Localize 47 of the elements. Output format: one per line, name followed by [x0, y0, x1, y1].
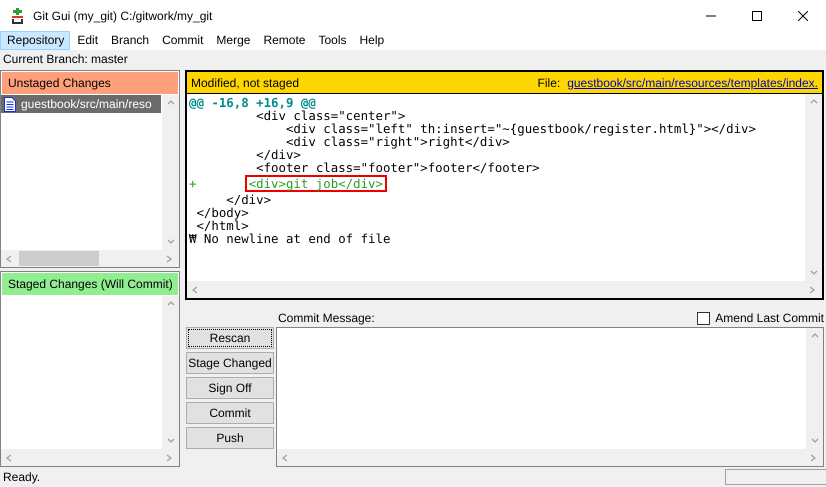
commit-message-field[interactable] — [276, 327, 824, 467]
menu-item[interactable]: Help — [352, 31, 390, 50]
code-line: <div class="right">right</div> — [284, 134, 510, 149]
vertical-scrollbar[interactable] — [162, 95, 179, 250]
diff-status: Modified, not staged — [191, 76, 300, 90]
horizontal-scrollbar[interactable] — [1, 250, 179, 267]
menu-item[interactable]: Commit — [155, 31, 210, 50]
code-line: </body> — [195, 205, 249, 220]
code-line: @@ -16,8 +16,9 @@ — [189, 95, 316, 110]
action-button[interactable]: Sign Off — [186, 377, 274, 399]
status-text: Ready. — [3, 470, 42, 484]
code-line: </div> — [225, 192, 272, 207]
app-icon — [11, 8, 25, 24]
maximize-icon — [752, 10, 762, 20]
horizontal-scrollbar[interactable] — [187, 281, 822, 298]
menu-item[interactable]: Branch — [104, 31, 156, 50]
commit-message-label: Commit Message: — [278, 311, 376, 325]
window-title: Git Gui (my_git) C:/gitwork/my_git — [33, 8, 212, 22]
file-path-link[interactable]: guestbook/src/main/resources/templates/index. — [567, 76, 818, 90]
action-button[interactable]: Rescan — [186, 327, 274, 349]
diff-add-marker: + — [189, 176, 196, 191]
code-line: </div> — [255, 147, 301, 162]
menu-item[interactable]: Tools — [311, 31, 352, 50]
file-list-item[interactable]: guestbook/src/main/reso — [1, 95, 161, 113]
file-label: File: — [538, 76, 560, 90]
code-line: <div class="center"> — [255, 108, 406, 123]
vertical-scrollbar[interactable] — [806, 328, 823, 449]
panel-header: Staged Changes (Will Commit) — [2, 273, 178, 295]
menu-item[interactable]: Repository — [0, 31, 70, 50]
vertical-scrollbar[interactable] — [162, 296, 179, 449]
current-branch-label: Current Branch: master — [2, 51, 129, 68]
scrollbar-thumb[interactable] — [19, 251, 99, 266]
horizontal-scrollbar[interactable] — [1, 449, 179, 466]
panel-header: Unstaged Changes — [2, 72, 178, 94]
code-line: <footer class="footer">footer</footer> — [255, 160, 540, 175]
horizontal-scrollbar[interactable] — [277, 449, 823, 466]
amend-checkbox[interactable]: Amend Last Commit — [697, 311, 824, 325]
action-button[interactable]: Commit — [186, 402, 274, 424]
close-icon — [798, 10, 808, 20]
code-line: <div class="left" th:insert="~{guestbook/register.html}"></div> — [284, 121, 756, 136]
menu-item[interactable]: Edit — [70, 31, 104, 50]
action-button[interactable]: Stage Changed — [186, 352, 274, 374]
code-line: ₩ No newline at end of file — [189, 231, 390, 246]
menu-item[interactable]: Merge — [209, 31, 256, 50]
action-button[interactable]: Push — [186, 427, 274, 449]
vertical-scrollbar[interactable] — [805, 94, 822, 281]
menu-item[interactable]: Remote — [256, 31, 312, 50]
